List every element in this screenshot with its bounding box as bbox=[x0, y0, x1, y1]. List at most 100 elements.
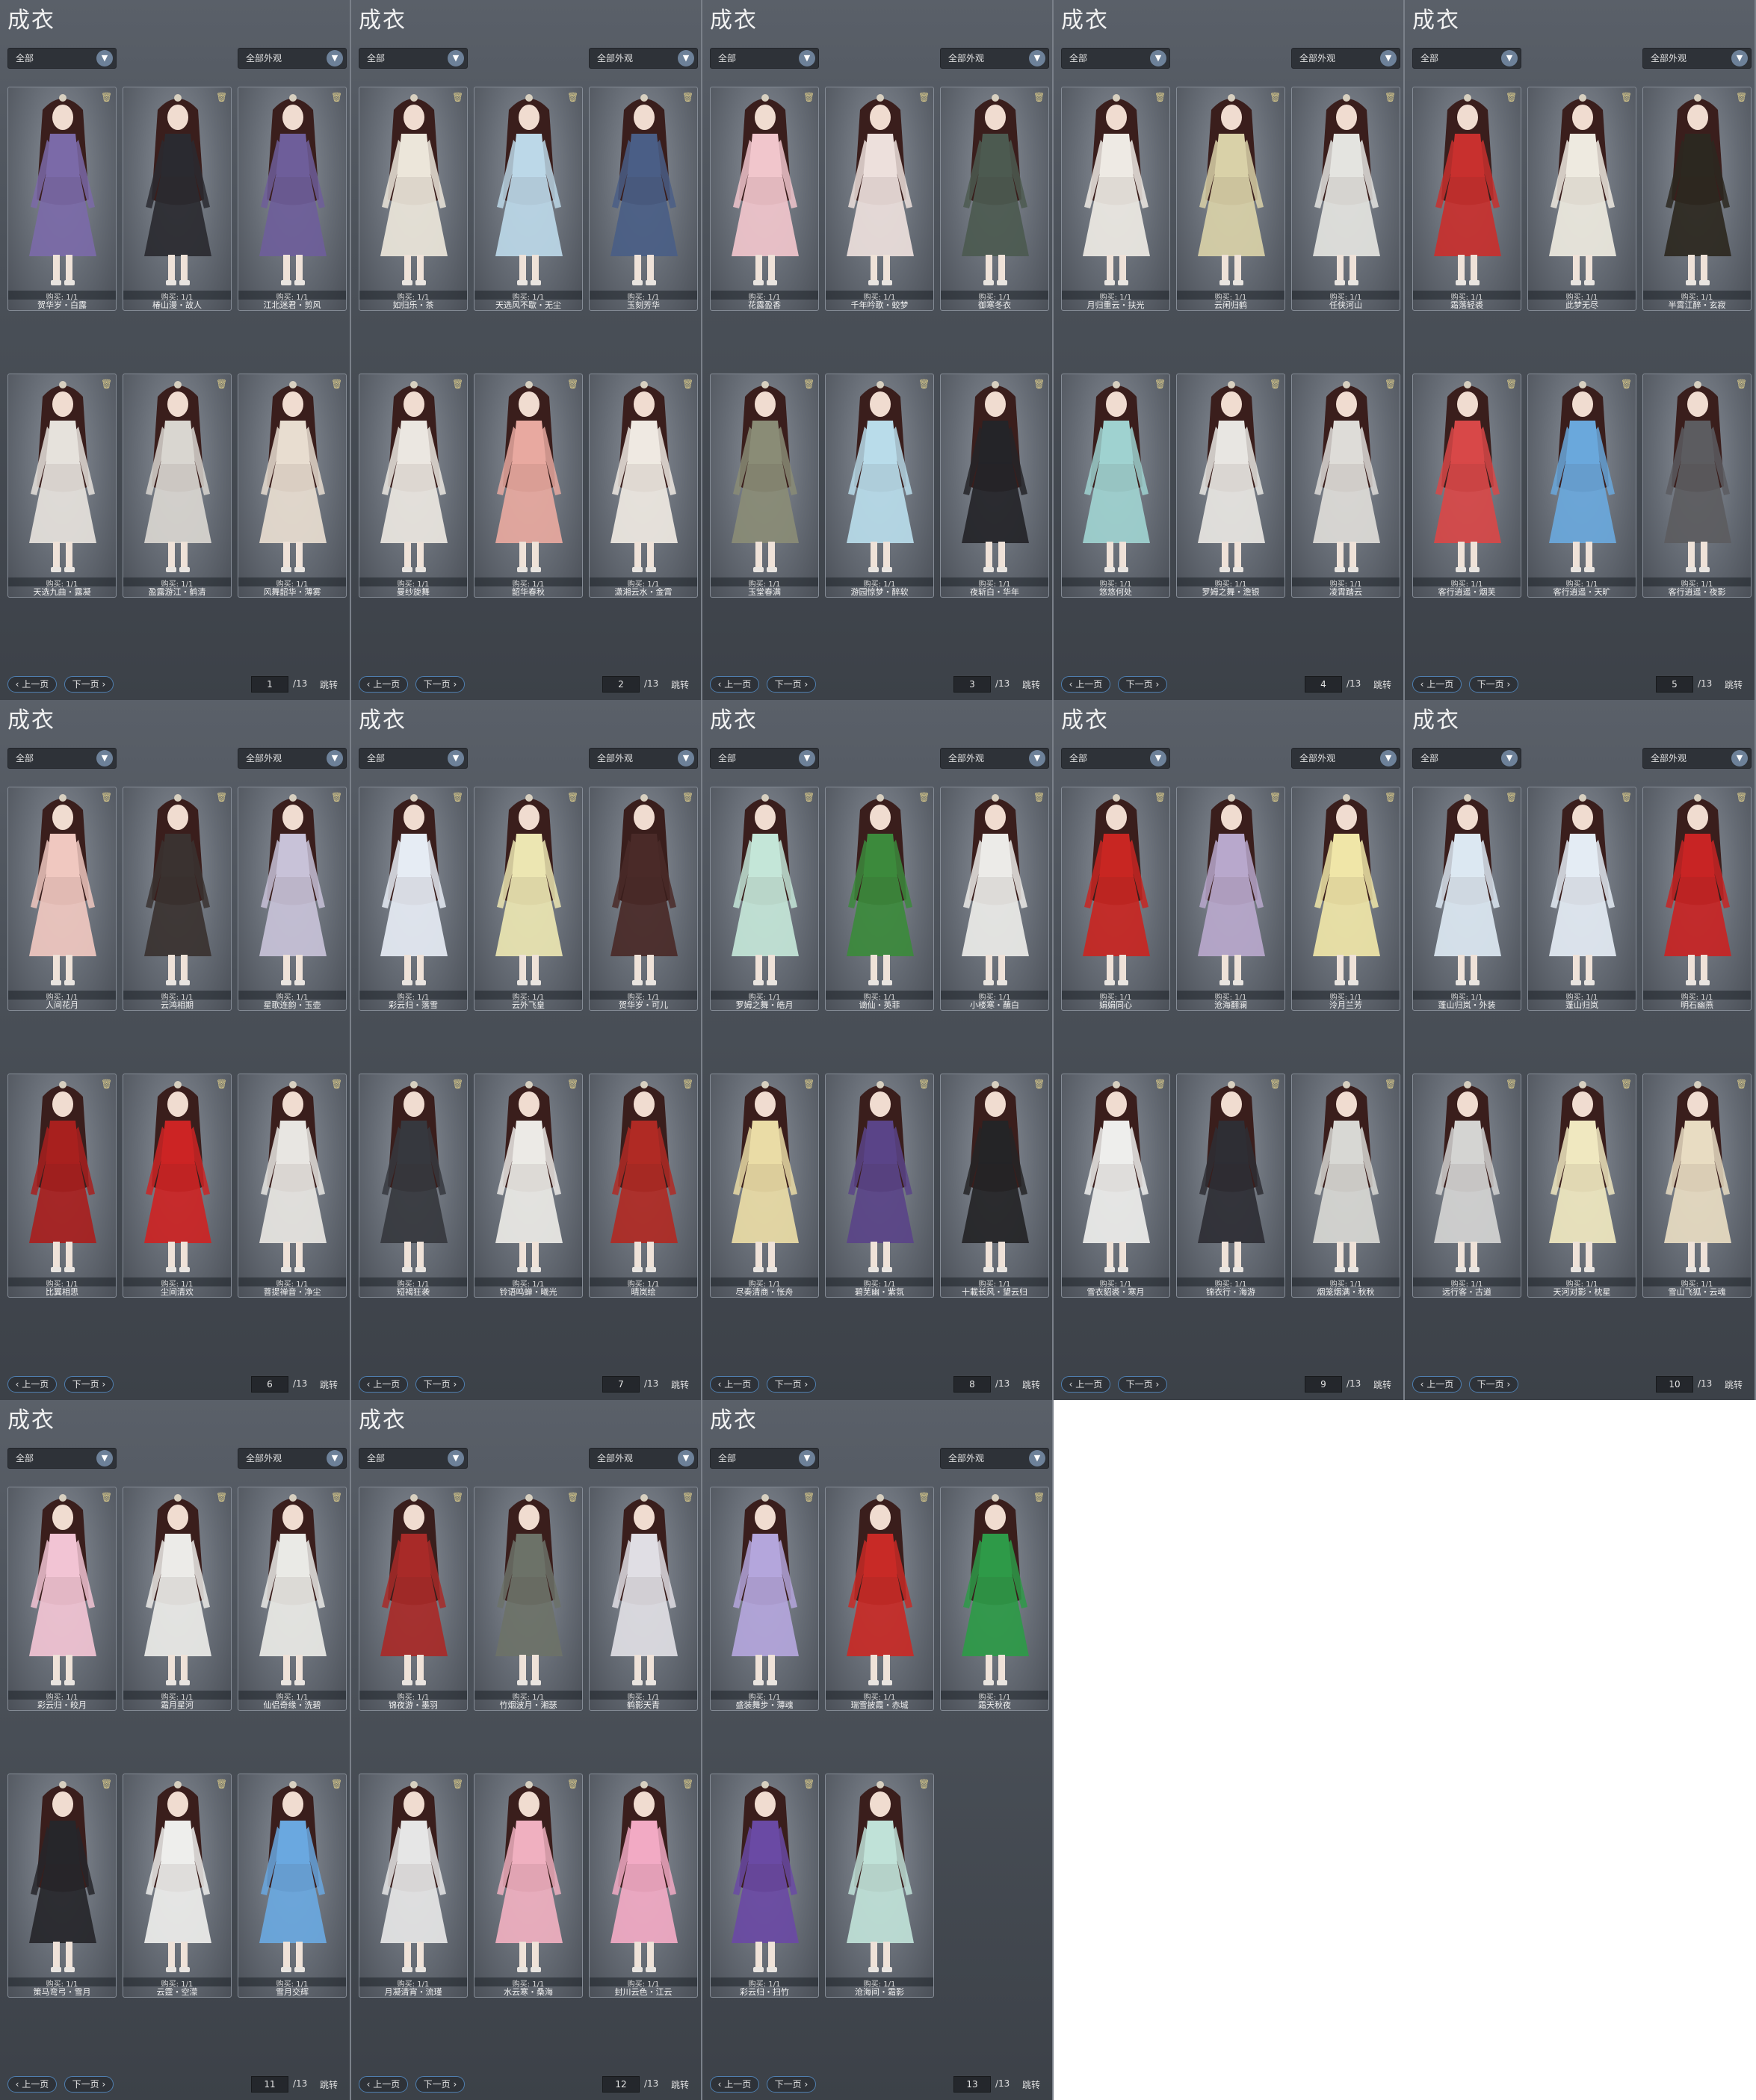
outfit-card[interactable]: 🗑 购买: 1/1 御寒冬衣 bbox=[940, 87, 1049, 311]
appearance-dropdown[interactable]: 全部外观 ▼ bbox=[238, 748, 347, 769]
trash-icon[interactable]: 🗑 bbox=[1154, 92, 1166, 102]
appearance-dropdown[interactable]: 全部外观 ▼ bbox=[940, 748, 1049, 769]
trash-icon[interactable]: 🗑 bbox=[101, 1779, 112, 1789]
trash-icon[interactable]: 🗑 bbox=[1621, 792, 1632, 802]
category-dropdown[interactable]: 全部 ▼ bbox=[1061, 48, 1170, 69]
trash-icon[interactable]: 🗑 bbox=[452, 1492, 463, 1502]
trash-icon[interactable]: 🗑 bbox=[918, 92, 930, 102]
outfit-card[interactable]: 🗑 购买: 1/1 天选风不歇・无尘 bbox=[474, 87, 583, 311]
appearance-dropdown[interactable]: 全部外观 ▼ bbox=[238, 1448, 347, 1469]
outfit-card[interactable]: 🗑 购买: 1/1 雪月交辉 bbox=[238, 1774, 347, 1998]
prev-page-button[interactable]: ‹ 上一页 bbox=[1061, 676, 1110, 693]
trash-icon[interactable]: 🗑 bbox=[918, 1079, 930, 1089]
page-number-input[interactable]: 4 bbox=[1305, 676, 1342, 693]
next-page-button[interactable]: 下一页 › bbox=[767, 1376, 816, 1393]
trash-icon[interactable]: 🗑 bbox=[452, 379, 463, 389]
outfit-card[interactable]: 🗑 购买: 1/1 月归重云・扶光 bbox=[1061, 87, 1170, 311]
jump-button[interactable]: 跳转 bbox=[1022, 678, 1040, 691]
appearance-dropdown[interactable]: 全部外观 ▼ bbox=[589, 748, 698, 769]
outfit-card[interactable]: 🗑 购买: 1/1 蓬山归岚・外装 bbox=[1412, 787, 1521, 1011]
trash-icon[interactable]: 🗑 bbox=[1033, 1079, 1045, 1089]
page-number-input[interactable]: 12 bbox=[602, 2076, 640, 2093]
outfit-card[interactable]: 🗑 购买: 1/1 玉刻芳华 bbox=[589, 87, 698, 311]
outfit-card[interactable]: 🗑 购买: 1/1 韶华春秋 bbox=[474, 374, 583, 598]
trash-icon[interactable]: 🗑 bbox=[682, 379, 693, 389]
appearance-dropdown[interactable]: 全部外观 ▼ bbox=[1642, 48, 1752, 69]
next-page-button[interactable]: 下一页 › bbox=[1118, 676, 1167, 693]
trash-icon[interactable]: 🗑 bbox=[1736, 379, 1747, 389]
jump-button[interactable]: 跳转 bbox=[1373, 678, 1391, 691]
trash-icon[interactable]: 🗑 bbox=[331, 1079, 342, 1089]
page-number-input[interactable]: 7 bbox=[602, 1376, 640, 1393]
next-page-button[interactable]: 下一页 › bbox=[415, 1376, 465, 1393]
jump-button[interactable]: 跳转 bbox=[1373, 1378, 1391, 1391]
next-page-button[interactable]: 下一页 › bbox=[64, 2076, 114, 2093]
outfit-card[interactable]: 🗑 购买: 1/1 短褐狂袭 bbox=[359, 1074, 468, 1298]
prev-page-button[interactable]: ‹ 上一页 bbox=[710, 1376, 759, 1393]
trash-icon[interactable]: 🗑 bbox=[1270, 1079, 1281, 1089]
prev-page-button[interactable]: ‹ 上一页 bbox=[7, 676, 57, 693]
outfit-card[interactable]: 🗑 购买: 1/1 雪山飞狐・云魂 bbox=[1642, 1074, 1752, 1298]
trash-icon[interactable]: 🗑 bbox=[1033, 379, 1045, 389]
trash-icon[interactable]: 🗑 bbox=[1621, 379, 1632, 389]
outfit-card[interactable]: 🗑 购买: 1/1 天选九曲・露凝 bbox=[7, 374, 117, 598]
trash-icon[interactable]: 🗑 bbox=[1270, 379, 1281, 389]
page-number-input[interactable]: 5 bbox=[1656, 676, 1693, 693]
trash-icon[interactable]: 🗑 bbox=[216, 1492, 227, 1502]
prev-page-button[interactable]: ‹ 上一页 bbox=[359, 1376, 408, 1393]
outfit-card[interactable]: 🗑 购买: 1/1 天河对影・枕星 bbox=[1527, 1074, 1636, 1298]
trash-icon[interactable]: 🗑 bbox=[682, 92, 693, 102]
trash-icon[interactable]: 🗑 bbox=[1385, 792, 1396, 802]
trash-icon[interactable]: 🗑 bbox=[331, 92, 342, 102]
trash-icon[interactable]: 🗑 bbox=[452, 1079, 463, 1089]
outfit-card[interactable]: 🗑 购买: 1/1 云外飞皇 bbox=[474, 787, 583, 1011]
trash-icon[interactable]: 🗑 bbox=[918, 792, 930, 802]
appearance-dropdown[interactable]: 全部外观 ▼ bbox=[589, 48, 698, 69]
prev-page-button[interactable]: ‹ 上一页 bbox=[7, 2076, 57, 2093]
trash-icon[interactable]: 🗑 bbox=[567, 1779, 578, 1789]
outfit-card[interactable]: 🗑 购买: 1/1 鹤影天青 bbox=[589, 1487, 698, 1711]
outfit-card[interactable]: 🗑 购买: 1/1 云霆・空濛 bbox=[123, 1774, 232, 1998]
trash-icon[interactable]: 🗑 bbox=[567, 92, 578, 102]
outfit-card[interactable]: 🗑 购买: 1/1 谪仙・英菲 bbox=[825, 787, 934, 1011]
prev-page-button[interactable]: ‹ 上一页 bbox=[1412, 676, 1462, 693]
outfit-card[interactable]: 🗑 购买: 1/1 晴岚绘 bbox=[589, 1074, 698, 1298]
jump-button[interactable]: 跳转 bbox=[320, 678, 338, 691]
outfit-card[interactable]: 🗑 购买: 1/1 花露盈香 bbox=[710, 87, 819, 311]
prev-page-button[interactable]: ‹ 上一页 bbox=[1061, 1376, 1110, 1393]
prev-page-button[interactable]: ‹ 上一页 bbox=[710, 2076, 759, 2093]
trash-icon[interactable]: 🗑 bbox=[1154, 792, 1166, 802]
jump-button[interactable]: 跳转 bbox=[1022, 1378, 1040, 1391]
jump-button[interactable]: 跳转 bbox=[320, 1378, 338, 1391]
next-page-button[interactable]: 下一页 › bbox=[415, 676, 465, 693]
trash-icon[interactable]: 🗑 bbox=[101, 1492, 112, 1502]
outfit-card[interactable]: 🗑 购买: 1/1 策马弯弓・雪月 bbox=[7, 1774, 117, 1998]
trash-icon[interactable]: 🗑 bbox=[803, 1779, 814, 1789]
jump-button[interactable]: 跳转 bbox=[671, 1378, 689, 1391]
trash-icon[interactable]: 🗑 bbox=[1385, 1079, 1396, 1089]
outfit-card[interactable]: 🗑 购买: 1/1 罗姆之舞・澹银 bbox=[1176, 374, 1285, 598]
outfit-card[interactable]: 🗑 购买: 1/1 泠月兰芳 bbox=[1291, 787, 1400, 1011]
outfit-card[interactable]: 🗑 购买: 1/1 小楼寒・蘸白 bbox=[940, 787, 1049, 1011]
page-number-input[interactable]: 3 bbox=[953, 676, 991, 693]
trash-icon[interactable]: 🗑 bbox=[216, 1779, 227, 1789]
page-number-input[interactable]: 9 bbox=[1305, 1376, 1342, 1393]
trash-icon[interactable]: 🗑 bbox=[567, 1492, 578, 1502]
trash-icon[interactable]: 🗑 bbox=[1736, 792, 1747, 802]
outfit-card[interactable]: 🗑 购买: 1/1 游园惊梦・醉软 bbox=[825, 374, 934, 598]
trash-icon[interactable]: 🗑 bbox=[918, 1492, 930, 1502]
category-dropdown[interactable]: 全部 ▼ bbox=[1061, 748, 1170, 769]
outfit-card[interactable]: 🗑 购买: 1/1 悠悠何处 bbox=[1061, 374, 1170, 598]
prev-page-button[interactable]: ‹ 上一页 bbox=[1412, 1376, 1462, 1393]
trash-icon[interactable]: 🗑 bbox=[1506, 1079, 1517, 1089]
trash-icon[interactable]: 🗑 bbox=[1385, 379, 1396, 389]
trash-icon[interactable]: 🗑 bbox=[1154, 1079, 1166, 1089]
trash-icon[interactable]: 🗑 bbox=[803, 92, 814, 102]
trash-icon[interactable]: 🗑 bbox=[1154, 379, 1166, 389]
trash-icon[interactable]: 🗑 bbox=[331, 792, 342, 802]
jump-button[interactable]: 跳转 bbox=[1022, 2078, 1040, 2091]
outfit-card[interactable]: 🗑 购买: 1/1 尘间清欢 bbox=[123, 1074, 232, 1298]
next-page-button[interactable]: 下一页 › bbox=[1118, 1376, 1167, 1393]
outfit-card[interactable]: 🗑 购买: 1/1 水云寒・桑海 bbox=[474, 1774, 583, 1998]
outfit-card[interactable]: 🗑 购买: 1/1 客行逍遥・天旷 bbox=[1527, 374, 1636, 598]
